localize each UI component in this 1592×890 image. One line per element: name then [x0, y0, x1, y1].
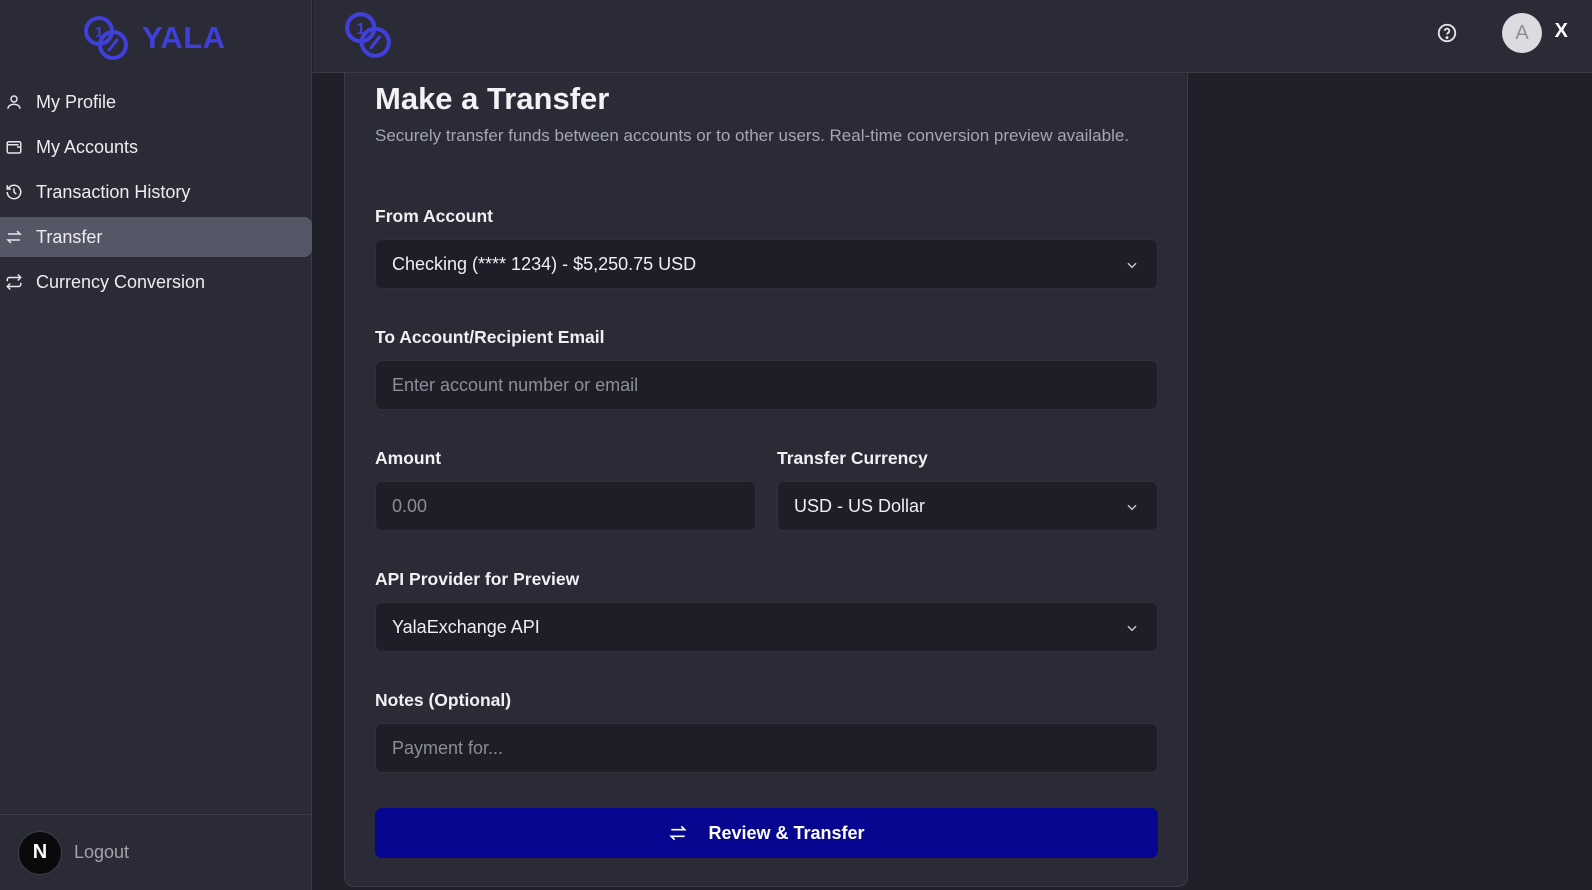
topbar: 1 A X [313, 0, 1592, 73]
sidebar-item-label: Transaction History [36, 181, 191, 202]
repeat-icon [4, 272, 24, 292]
notes-input[interactable]: Payment for... [375, 723, 1158, 773]
transfer-currency-select[interactable]: USD - US Dollar [777, 481, 1158, 531]
sidebar-item-label: My Profile [36, 91, 117, 112]
close-button[interactable]: X [1555, 20, 1568, 43]
history-icon [4, 182, 24, 202]
transfer-currency-value: USD - US Dollar [794, 495, 926, 516]
transfer-currency-label: Transfer Currency [777, 448, 928, 468]
sidebar-item-label: Transfer [36, 226, 103, 247]
to-account-input[interactable]: Enter account number or email [375, 360, 1158, 410]
amount-label: Amount [375, 448, 442, 468]
page-title: Make a Transfer [375, 81, 610, 116]
avatar[interactable]: A [1502, 13, 1542, 53]
user-icon [4, 92, 24, 112]
yala-logo-icon: 1 [345, 12, 391, 58]
sidebar-item-label: Currency Conversion [36, 271, 206, 292]
topbar-logo[interactable]: 1 [343, 10, 393, 65]
review-transfer-label: Review & Transfer [708, 822, 865, 843]
sidebar-item-transfer[interactable]: Transfer [0, 217, 312, 257]
from-account-select[interactable]: Checking (**** 1234) - $5,250.75 USD [375, 239, 1158, 289]
help-circle-icon [1437, 23, 1457, 43]
help-button[interactable] [1436, 22, 1458, 44]
sidebar: 1 YALA My Profile My Accounts Transactio… [0, 0, 312, 890]
api-provider-label: API Provider for Preview [375, 569, 580, 589]
from-account-label: From Account [375, 206, 493, 226]
transfer-icon [669, 825, 688, 841]
sidebar-item-label: My Accounts [36, 136, 139, 157]
from-account-value: Checking (**** 1234) - $5,250.75 USD [392, 253, 697, 274]
amount-input[interactable]: 0.00 [375, 481, 756, 531]
logout-button[interactable]: Logout [74, 842, 129, 863]
api-provider-select[interactable]: YalaExchange API [375, 602, 1158, 652]
chevron-down-icon [1127, 625, 1137, 632]
notes-label: Notes (Optional) [375, 690, 512, 710]
review-transfer-button[interactable]: Review & Transfer [375, 808, 1158, 858]
sidebar-nav: My Profile My Accounts Transaction Histo… [0, 82, 312, 307]
svg-text:1: 1 [356, 21, 365, 38]
transfer-icon [4, 227, 24, 247]
page-subtitle: Securely transfer funds between accounts… [375, 126, 1130, 145]
sidebar-item-my-accounts[interactable]: My Accounts [0, 127, 312, 167]
chevron-down-icon [1127, 262, 1137, 269]
brand-name: YALA [142, 20, 226, 55]
transfer-card: Make a Transfer Securely transfer funds … [344, 73, 1188, 887]
chevron-down-icon [1127, 504, 1137, 511]
sidebar-item-my-profile[interactable]: My Profile [0, 82, 312, 122]
api-provider-value: YalaExchange API [392, 616, 540, 637]
sidebar-item-currency-conversion[interactable]: Currency Conversion [0, 262, 312, 302]
n-badge[interactable]: N [18, 830, 62, 875]
sidebar-footer: N Logout [0, 814, 312, 890]
svg-text:1: 1 [95, 24, 103, 41]
yala-logo-icon: 1 [84, 16, 128, 60]
sidebar-item-transaction-history[interactable]: Transaction History [0, 172, 312, 212]
brand-logo[interactable]: 1 YALA [82, 12, 226, 64]
wallet-icon [4, 137, 24, 157]
to-account-label: To Account/Recipient Email [375, 327, 605, 347]
